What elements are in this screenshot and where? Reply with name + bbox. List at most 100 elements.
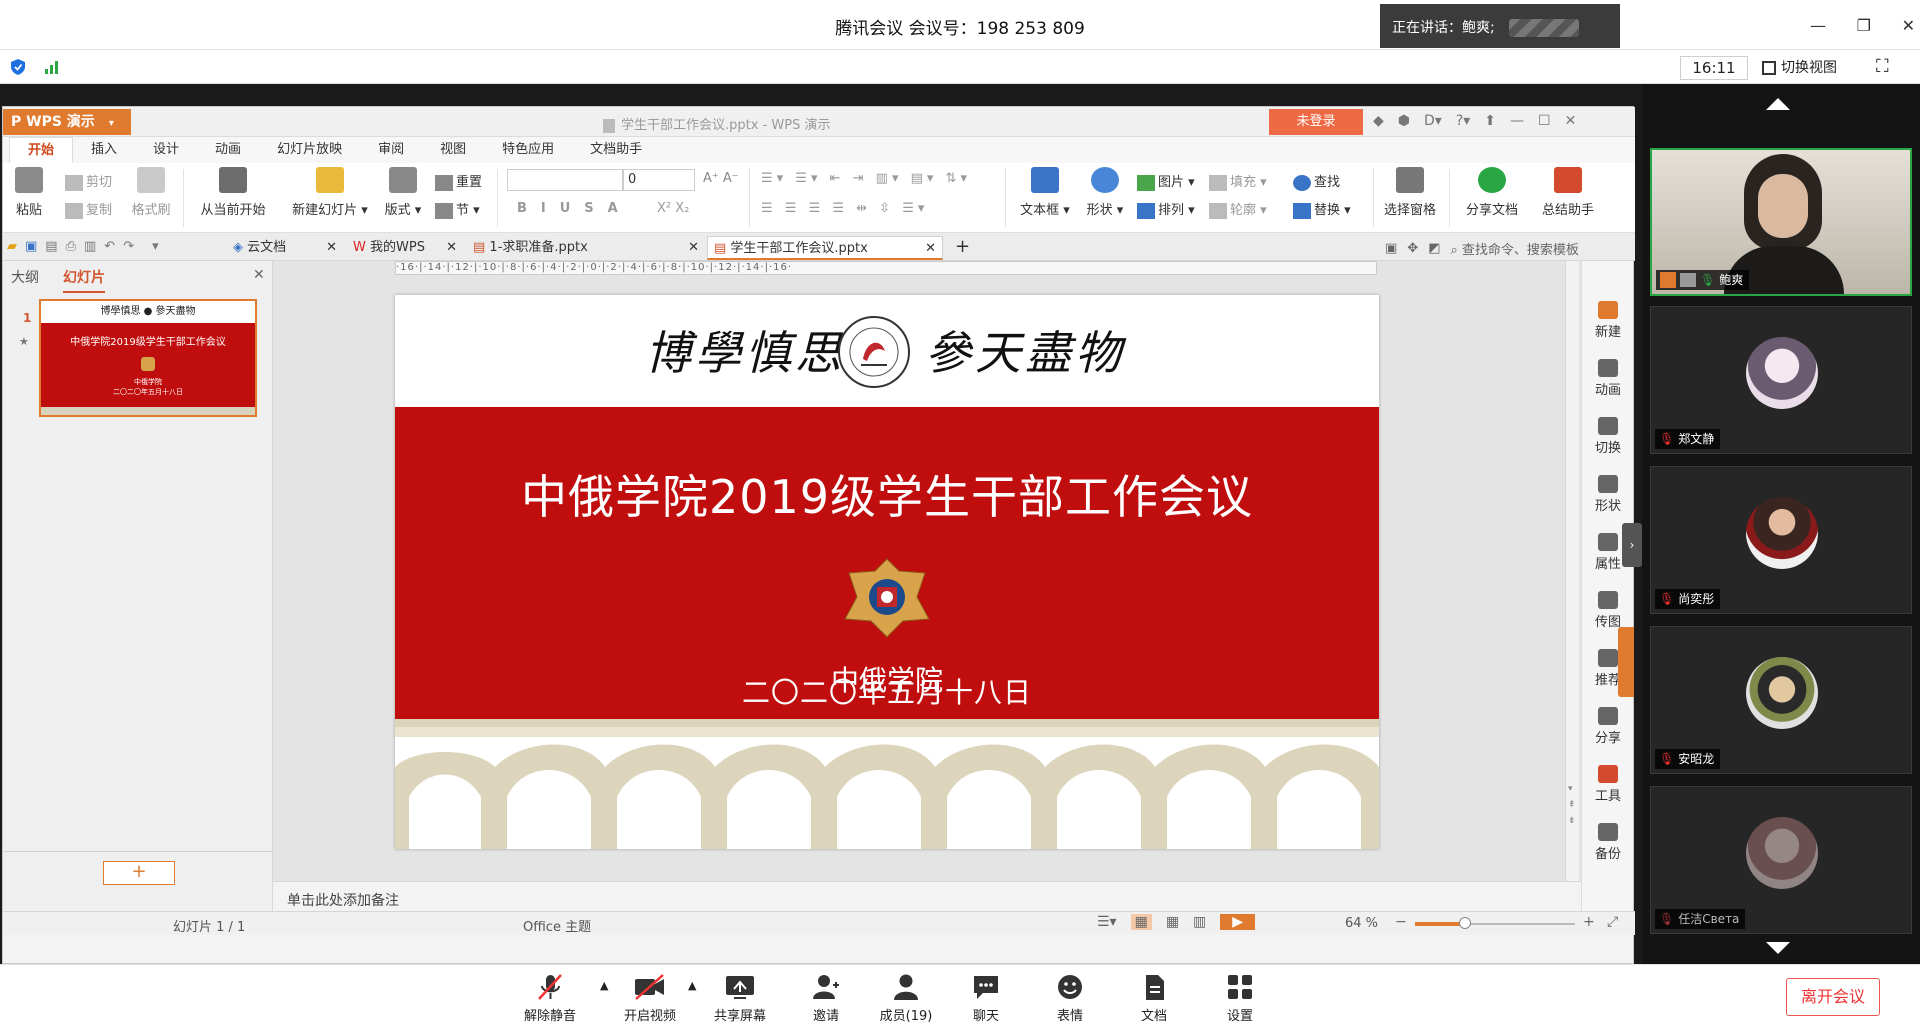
- new-tab-button[interactable]: +: [949, 236, 973, 260]
- comment-icon[interactable]: ◩: [1428, 241, 1440, 256]
- menu-design[interactable]: 设计: [135, 137, 197, 163]
- scroll-down-icon[interactable]: [1766, 942, 1790, 954]
- side-backup-button[interactable]: 备份: [1582, 823, 1634, 862]
- monitor-icon[interactable]: ▣: [1385, 241, 1397, 256]
- section-button[interactable]: 节 ▾: [435, 199, 480, 219]
- preview-icon[interactable]: ▥: [84, 239, 96, 254]
- participant-tile-3[interactable]: 🎙 尚奕彤: [1650, 466, 1912, 614]
- zoom-out-icon[interactable]: −: [1395, 914, 1407, 930]
- copy-button[interactable]: 复制: [65, 199, 112, 219]
- font-size-select[interactable]: 0: [623, 169, 695, 191]
- side-upload-image-button[interactable]: 传图: [1582, 591, 1634, 630]
- undo-icon[interactable]: ↶: [104, 239, 115, 254]
- select-pane-button[interactable]: 选择窗格: [1379, 163, 1441, 218]
- skin-icon[interactable]: ◆: [1373, 113, 1384, 129]
- zoom-slider-thumb[interactable]: [1459, 917, 1471, 929]
- fill-button[interactable]: 填充 ▾: [1209, 171, 1267, 191]
- shape-button[interactable]: 形状 ▾: [1079, 163, 1131, 218]
- scroll-up-icon[interactable]: [1766, 98, 1790, 110]
- settings-icon[interactable]: ⬢: [1398, 113, 1410, 129]
- layout-button[interactable]: 版式 ▾: [379, 163, 427, 218]
- redo-icon[interactable]: ↷: [123, 239, 134, 254]
- notes-area[interactable]: 单击此处添加备注: [273, 881, 1581, 911]
- print-icon[interactable]: ⎙: [66, 239, 76, 254]
- qa-dropdown-icon[interactable]: ▾: [152, 239, 159, 254]
- slides-tab[interactable]: 幻灯片: [63, 267, 105, 293]
- video-options-chevron-icon[interactable]: ▲: [688, 979, 696, 992]
- fullscreen-icon[interactable]: ⛶: [1876, 56, 1889, 77]
- menu-view[interactable]: 视图: [422, 137, 484, 163]
- replace-button[interactable]: 替换 ▾: [1293, 199, 1351, 219]
- slideshow-play-button[interactable]: ▶: [1220, 914, 1256, 930]
- current-slide[interactable]: 博學慎思 參天盡物 中俄学院2019级学生干部工作会议 中俄学院 二〇二〇年五月…: [395, 295, 1379, 849]
- add-slide-button[interactable]: +: [103, 861, 175, 885]
- participant-tile-1[interactable]: 🎙 鲍爽: [1650, 148, 1912, 296]
- notes-toggle-icon[interactable]: ☰▾: [1097, 914, 1117, 930]
- documents-button[interactable]: 文档: [1116, 973, 1192, 1024]
- paste-button[interactable]: 粘贴: [7, 163, 51, 218]
- format-painter-button[interactable]: 格式刷: [121, 163, 181, 218]
- side-collapse-handle[interactable]: [1618, 627, 1634, 697]
- login-button[interactable]: 未登录: [1269, 109, 1363, 135]
- leave-meeting-button[interactable]: 离开会议: [1786, 978, 1880, 1016]
- tab-close-icon[interactable]: ✕: [326, 236, 337, 260]
- summary-helper-button[interactable]: 总结助手: [1533, 163, 1603, 218]
- menu-review[interactable]: 审阅: [360, 137, 422, 163]
- zoom-slider[interactable]: [1415, 917, 1575, 929]
- tab-cloud-docs[interactable]: ◈ 云文档 ✕: [227, 236, 343, 260]
- superscript-icon[interactable]: X² X₂: [657, 201, 689, 216]
- outline-button[interactable]: 轮廓 ▾: [1209, 199, 1267, 219]
- new-slide-button[interactable]: 新建幻灯片 ▾: [285, 163, 375, 218]
- menu-features[interactable]: 特色应用: [484, 137, 572, 163]
- help-icon[interactable]: ?▾: [1456, 113, 1470, 129]
- menu-doc-helper[interactable]: 文档助手: [572, 137, 660, 163]
- wps-close-icon[interactable]: ✕: [1565, 113, 1577, 129]
- menu-insert[interactable]: 插入: [73, 137, 135, 163]
- command-search[interactable]: ⌕ 查找命令、搜索模板: [1451, 239, 1579, 258]
- invite-button[interactable]: 邀请: [788, 973, 864, 1024]
- open-folder-icon[interactable]: ▰: [7, 239, 17, 254]
- canvas-vertical-scrollbar[interactable]: ▾ ⇞ ⇟: [1565, 261, 1579, 881]
- outline-tab[interactable]: 大纲: [11, 267, 39, 287]
- participant-tile-4[interactable]: 🎙 安昭龙: [1650, 626, 1912, 774]
- align-icons[interactable]: ☰ ☰ ☰ ☰ ⇹ ⇳ ☰▾: [761, 201, 928, 216]
- shield-icon[interactable]: [10, 58, 26, 76]
- find-button[interactable]: 查找: [1293, 171, 1340, 191]
- normal-view-icon[interactable]: ▦: [1130, 914, 1152, 930]
- side-tools-button[interactable]: 工具: [1582, 765, 1634, 804]
- menu-animation[interactable]: 动画: [197, 137, 259, 163]
- menu-slideshow[interactable]: 幻灯片放映: [259, 137, 360, 163]
- font-family-select[interactable]: [507, 169, 623, 191]
- wps-brand-button[interactable]: P WPS 演示 ▾: [3, 109, 131, 135]
- members-button[interactable]: 成员(19): [868, 973, 944, 1024]
- from-current-button[interactable]: 从当前开始: [191, 163, 275, 218]
- side-animation-button[interactable]: 动画: [1582, 359, 1634, 398]
- minimize-icon[interactable]: —: [1810, 16, 1826, 35]
- save-icon[interactable]: ▣: [25, 239, 37, 254]
- chat-button[interactable]: 聊天: [948, 973, 1024, 1024]
- restore-icon[interactable]: ❐: [1857, 16, 1871, 35]
- side-expand-chevron-icon[interactable]: ›: [1622, 523, 1642, 567]
- zoom-in-icon[interactable]: +: [1583, 914, 1595, 930]
- settings-button[interactable]: 设置: [1202, 973, 1278, 1024]
- tab-close-icon[interactable]: ✕: [688, 236, 699, 260]
- share-doc-button[interactable]: 分享文档: [1459, 163, 1525, 218]
- font-style-buttons[interactable]: BIUSA: [517, 201, 632, 216]
- tab-job-prep[interactable]: ▤ 1-求职准备.pptx ✕: [467, 236, 705, 260]
- fit-window-icon[interactable]: ⤢: [1607, 914, 1618, 930]
- tab-my-wps[interactable]: W 我的WPS ✕: [347, 236, 463, 260]
- side-new-button[interactable]: 新建: [1582, 301, 1634, 340]
- switch-view-button[interactable]: 切换视图: [1762, 56, 1837, 80]
- textbox-button[interactable]: 文本框 ▾: [1013, 163, 1077, 218]
- slide-thumbnail[interactable]: 博學慎思 ● 參天盡物 中俄学院2019级学生干部工作会议 中俄学院 二〇二〇年…: [39, 299, 257, 417]
- participant-tile-2[interactable]: 🎙 郑文静: [1650, 306, 1912, 454]
- menu-home[interactable]: 开始: [9, 137, 74, 163]
- feedback-icon[interactable]: D▾: [1424, 113, 1442, 129]
- wps-minimize-icon[interactable]: —: [1510, 113, 1524, 129]
- font-grow-icon[interactable]: A⁺ A⁻: [703, 171, 739, 186]
- unmute-button[interactable]: 解除静音: [512, 973, 588, 1024]
- start-video-button[interactable]: 开启视频: [612, 973, 688, 1024]
- mic-options-chevron-icon[interactable]: ▲: [600, 979, 608, 992]
- side-share-button[interactable]: 分享: [1582, 707, 1634, 746]
- arrange-button[interactable]: 排列 ▾: [1137, 199, 1195, 219]
